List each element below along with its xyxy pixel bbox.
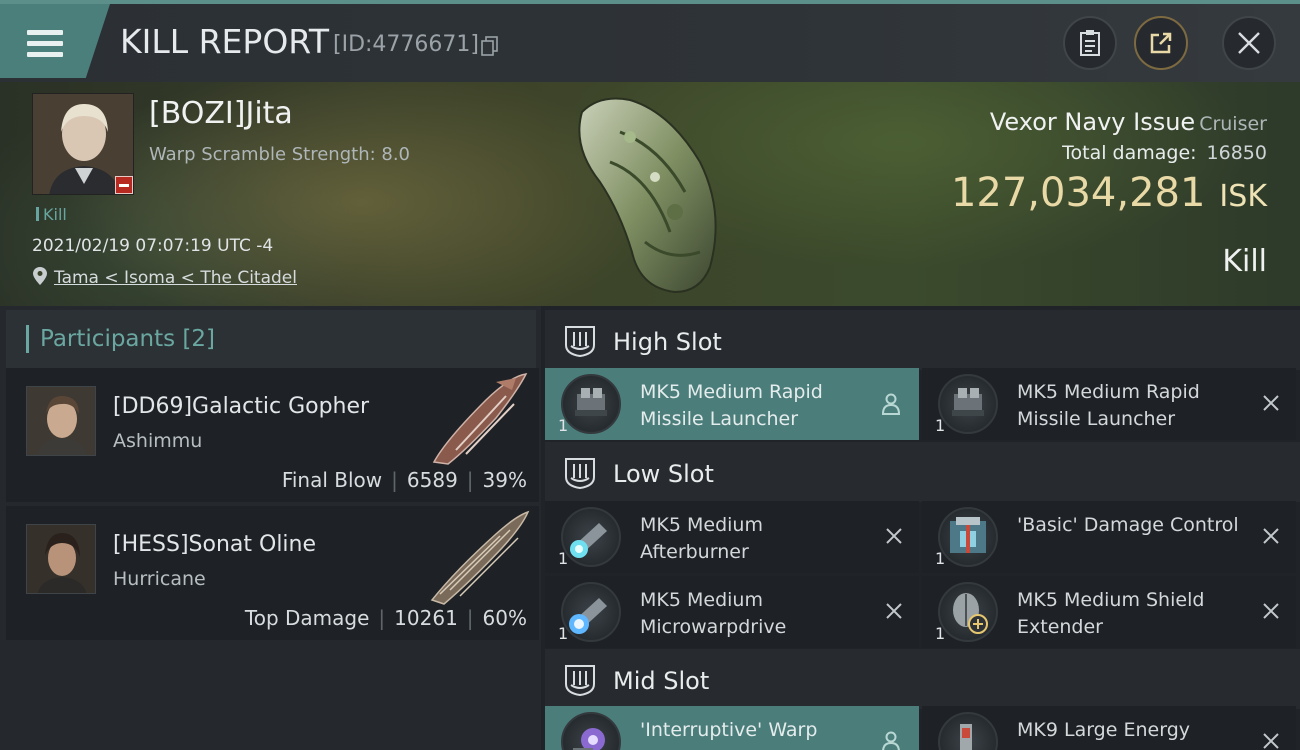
participant-damage: 10261 bbox=[394, 606, 458, 630]
module-item[interactable]: 1 MK5 Medium Shield Extender bbox=[922, 576, 1296, 648]
page-title: KILL REPORT bbox=[120, 22, 329, 61]
mid-slot-label: Mid Slot bbox=[613, 667, 710, 695]
module-quantity: 1 bbox=[935, 416, 946, 435]
module-item[interactable]: 1 MK5 Medium Microwarpdrive bbox=[545, 576, 919, 648]
module-item[interactable]: 1 'Basic' Damage Control bbox=[922, 501, 1296, 573]
module-item[interactable]: 1 MK9 Large Energy bbox=[922, 706, 1296, 750]
participant-name[interactable]: [HESS]Sonat Oline bbox=[113, 532, 316, 557]
slot-icon bbox=[565, 665, 595, 697]
kill-datetime: 2021/02/19 07:07:19 UTC -4 bbox=[32, 236, 274, 256]
remove-icon[interactable] bbox=[1260, 390, 1282, 416]
share-button[interactable] bbox=[1134, 16, 1188, 70]
remove-icon[interactable] bbox=[883, 598, 905, 624]
participant-portrait bbox=[26, 386, 96, 456]
remove-icon[interactable] bbox=[1260, 598, 1282, 624]
low-slot-label: Low Slot bbox=[613, 460, 714, 488]
victim-name[interactable]: [BOZI]Jita bbox=[149, 96, 293, 131]
kill-result: Kill bbox=[1222, 244, 1267, 279]
module-quantity: 1 bbox=[935, 549, 946, 568]
participants-count: [2] bbox=[182, 326, 216, 352]
module-quantity: 1 bbox=[558, 549, 569, 568]
missile-launcher-icon bbox=[561, 374, 621, 434]
participant-ship-image bbox=[432, 373, 528, 465]
participant-role: Top Damage bbox=[244, 606, 370, 630]
module-quantity: 1 bbox=[558, 416, 569, 435]
slot-icon bbox=[565, 326, 595, 358]
ship-class: Cruiser bbox=[1199, 113, 1267, 135]
person-icon[interactable] bbox=[881, 731, 901, 750]
participant-ship-image bbox=[430, 510, 530, 605]
participant-stats: Final Blow | 6589 | 39% bbox=[281, 468, 527, 492]
shield-extender-icon bbox=[938, 582, 998, 642]
isk-unit: ISK bbox=[1219, 179, 1267, 214]
warp-scramble-strength: Warp Scramble Strength: 8.0 bbox=[149, 144, 411, 165]
participant-card[interactable]: [DD69]Galactic Gopher Ashimmu Final Blow… bbox=[6, 368, 539, 502]
module-name: 'Basic' Damage Control bbox=[1017, 514, 1239, 536]
afterburner-icon bbox=[561, 507, 621, 567]
total-damage-label: Total damage: bbox=[1062, 142, 1197, 164]
kill-tag: Kill bbox=[36, 205, 67, 224]
module-name: MK5 Medium Rapid Missile Launcher bbox=[1017, 381, 1200, 430]
participant-percent: 39% bbox=[482, 468, 527, 492]
minus-badge bbox=[115, 176, 133, 194]
close-button[interactable] bbox=[1222, 16, 1276, 70]
missile-launcher-icon bbox=[938, 374, 998, 434]
module-name: MK5 Medium Rapid Missile Launcher bbox=[640, 381, 823, 430]
location-pin-icon bbox=[33, 267, 47, 285]
module-item[interactable]: 1 MK5 Medium Afterburner bbox=[545, 501, 919, 573]
isk-value: 127,034,281 bbox=[950, 170, 1206, 216]
module-name: MK5 Medium Afterburner bbox=[640, 514, 763, 563]
participant-name[interactable]: [DD69]Galactic Gopher bbox=[113, 394, 369, 419]
slot-icon bbox=[565, 458, 595, 490]
low-slot-header: Low Slot bbox=[545, 442, 1300, 502]
module-name: 'Interruptive' Warp bbox=[640, 719, 818, 741]
fitting-panel: High Slot 1 MK5 Medium Rapid Missile Lau… bbox=[541, 306, 1300, 750]
participant-ship: Ashimmu bbox=[113, 430, 203, 452]
damage-control-icon bbox=[938, 507, 998, 567]
close-icon bbox=[1238, 32, 1260, 54]
remove-icon[interactable] bbox=[1260, 728, 1282, 750]
high-slot-header: High Slot bbox=[545, 310, 1300, 370]
remove-icon[interactable] bbox=[883, 523, 905, 549]
participant-portrait bbox=[26, 524, 96, 594]
microwarpdrive-icon bbox=[561, 582, 621, 642]
clipboard-button[interactable] bbox=[1063, 16, 1117, 70]
ship-name[interactable]: Vexor Navy Issue bbox=[990, 108, 1195, 136]
module-item[interactable]: 1 MK5 Medium Rapid Missile Launcher bbox=[922, 368, 1296, 440]
share-icon bbox=[1150, 32, 1172, 54]
participant-role: Final Blow bbox=[281, 468, 383, 492]
module-name: MK9 Large Energy bbox=[1017, 719, 1190, 741]
warp-disruptor-icon bbox=[561, 712, 621, 750]
module-name: MK5 Medium Shield Extender bbox=[1017, 589, 1205, 638]
person-icon[interactable] bbox=[881, 393, 901, 415]
participants-label: Participants bbox=[40, 326, 176, 352]
isk-value-line: 127,034,281 ISK bbox=[951, 170, 1267, 216]
total-damage-line: Total damage: 16850 bbox=[1062, 142, 1267, 164]
report-id: [ID:4776671] bbox=[333, 32, 479, 57]
location-link[interactable]: Tama < Isoma < The Citadel bbox=[54, 268, 297, 288]
mid-slot-header: Mid Slot bbox=[545, 649, 1300, 709]
participants-header: Participants [2] bbox=[6, 310, 536, 368]
participant-ship: Hurricane bbox=[113, 568, 206, 590]
participant-damage: 6589 bbox=[406, 468, 458, 492]
module-name: MK5 Medium Microwarpdrive bbox=[640, 589, 787, 638]
remove-icon[interactable] bbox=[1260, 523, 1282, 549]
participant-percent: 60% bbox=[482, 606, 527, 630]
energy-module-icon bbox=[938, 712, 998, 750]
header-accent-line bbox=[0, 0, 1300, 4]
module-quantity: 1 bbox=[558, 624, 569, 643]
participants-panel: Participants [2] [DD69]Galactic Gopher A… bbox=[0, 306, 541, 750]
ship-name-line: Vexor Navy Issue Cruiser bbox=[990, 108, 1267, 136]
victim-ship-image bbox=[578, 97, 717, 294]
module-item[interactable]: 1 MK5 Medium Rapid Missile Launcher bbox=[545, 368, 919, 440]
participant-card[interactable]: [HESS]Sonat Oline Hurricane Top Damage | 1… bbox=[6, 506, 539, 640]
total-damage-value: 16850 bbox=[1206, 142, 1267, 164]
module-item[interactable]: 1 'Interruptive' Warp bbox=[545, 706, 919, 750]
menu-icon bbox=[27, 30, 63, 58]
high-slot-label: High Slot bbox=[613, 328, 722, 356]
clipboard-icon bbox=[1080, 30, 1100, 56]
participant-stats: Top Damage | 10261 | 60% bbox=[244, 606, 527, 630]
module-quantity: 1 bbox=[935, 624, 946, 643]
copy-icon[interactable] bbox=[481, 36, 499, 56]
